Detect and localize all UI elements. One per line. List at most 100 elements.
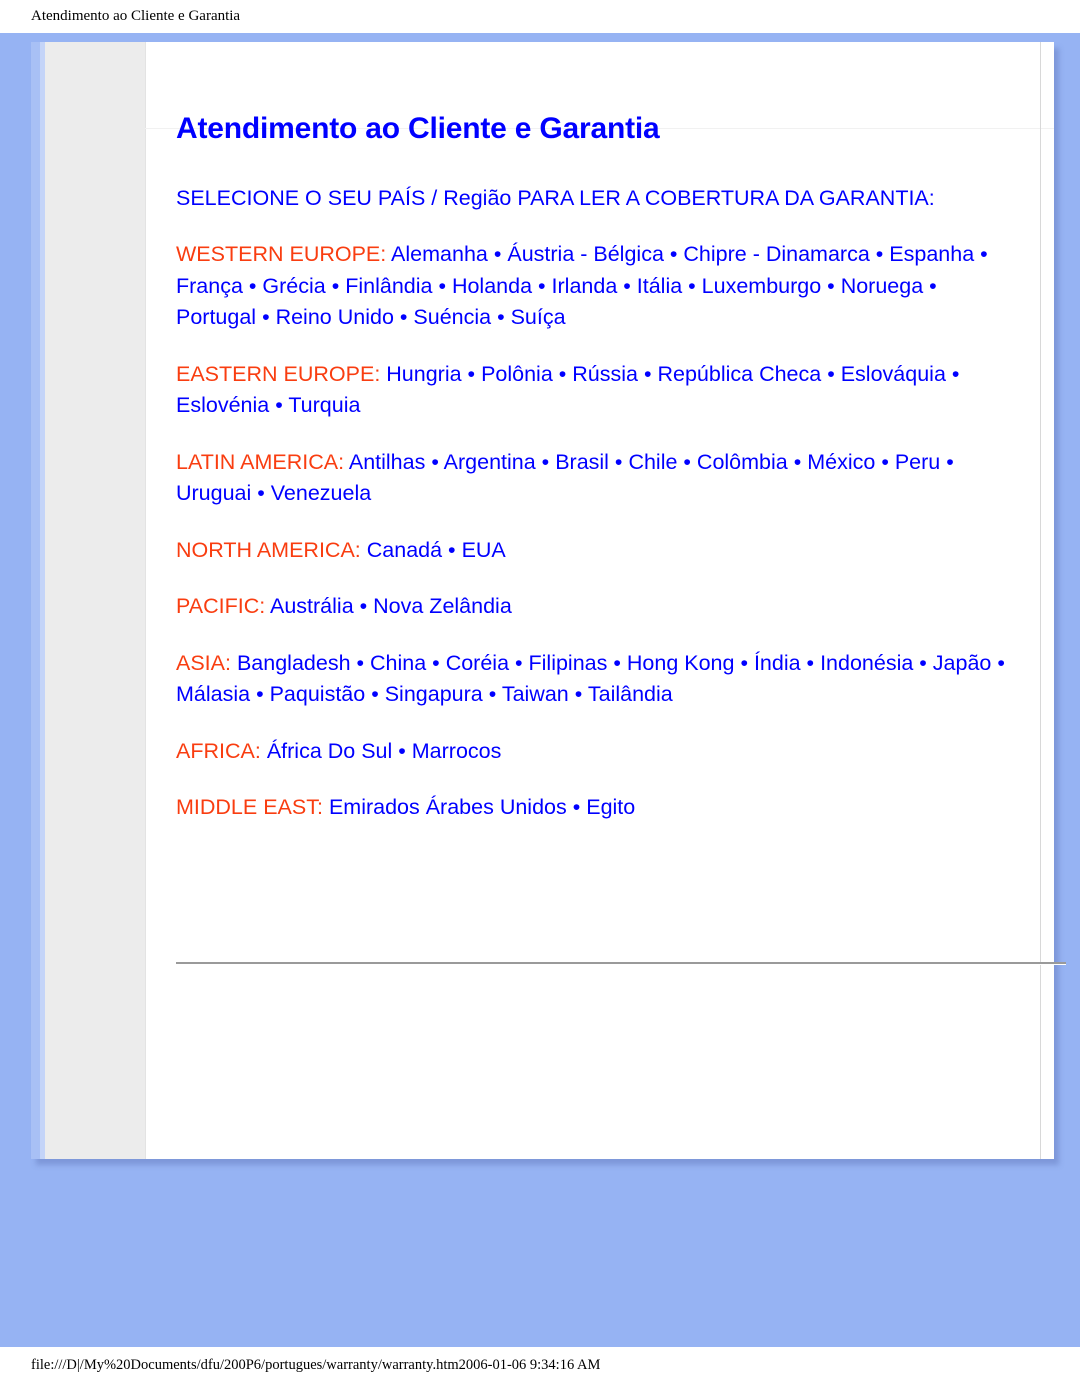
country-link[interactable]: Alemanha [391, 242, 488, 266]
country-separator: • [442, 537, 462, 562]
region-label: MIDDLE EAST: [176, 795, 323, 819]
country-separator: • [350, 650, 371, 675]
region-label: EASTERN EUROPE: [176, 361, 381, 386]
country-separator: • [251, 481, 271, 505]
country-link[interactable]: Portugal [176, 305, 256, 329]
country-separator: • [552, 361, 573, 386]
country-separator: • [535, 449, 556, 474]
country-link[interactable]: Venezuela [271, 481, 371, 505]
country-separator: • [821, 361, 841, 386]
region-label: ASIA: [176, 650, 231, 675]
instruction-text: SELECIONE O SEU PAÍS / Região PARA LER A… [176, 185, 935, 210]
region-paragraph: PACIFIC: Austrália • Nova Zelândia [176, 591, 1021, 623]
country-link[interactable]: China [370, 651, 426, 675]
country-separator: • [426, 650, 446, 675]
country-link[interactable]: Tailândia [588, 682, 673, 706]
country-link[interactable]: Finlândia [345, 274, 432, 298]
country-link[interactable]: Brasil [555, 450, 609, 474]
print-footer: file:///D|/My%20Documents/dfu/200P6/port… [0, 1357, 1080, 1397]
country-separator: • [923, 273, 937, 298]
country-separator: • [663, 242, 684, 266]
country-separator: • [617, 273, 637, 298]
country-link[interactable]: Colômbia [697, 450, 788, 474]
country-link[interactable]: República Checa [657, 362, 821, 386]
country-link[interactable]: Argentina [444, 450, 536, 474]
country-separator: • [940, 449, 954, 474]
country-link[interactable]: Indonésia [820, 651, 913, 675]
country-link[interactable]: México [807, 450, 875, 474]
country-link[interactable]: Chipre - Dinamarca [683, 242, 869, 266]
country-link[interactable]: Suíça [511, 305, 566, 329]
print-header: Atendimento ao Cliente e Garantia [0, 0, 1080, 33]
country-link[interactable]: Coréia [446, 651, 509, 675]
country-link[interactable]: Reino Unido [276, 305, 394, 329]
country-link[interactable]: Rússia [572, 362, 638, 386]
country-separator: • [913, 650, 933, 675]
country-separator: • [608, 449, 629, 474]
country-separator: • [365, 682, 385, 706]
country-link[interactable]: Hungria [386, 362, 461, 386]
country-link[interactable]: Paquistão [270, 682, 366, 706]
country-link[interactable]: Irlanda [552, 274, 618, 298]
country-link[interactable]: Noruega [841, 274, 923, 298]
country-link[interactable]: Itália [637, 274, 682, 298]
country-separator: • [991, 650, 1005, 675]
region-paragraph: AFRICA: África Do Sul • Marrocos [176, 736, 1021, 768]
region-paragraph: ASIA: Bangladesh • China • Coréia • Fili… [176, 648, 1021, 711]
country-separator: • [250, 682, 270, 706]
print-header-title: Atendimento ao Cliente e Garantia [31, 8, 241, 24]
country-link[interactable]: Filipinas [529, 651, 608, 675]
country-link[interactable]: Bangladesh [237, 651, 351, 675]
page-title: Atendimento ao Cliente e Garantia [176, 112, 660, 145]
print-footer-path: file:///D|/My%20Documents/dfu/200P6/port… [31, 1357, 601, 1373]
country-link[interactable]: Luxemburgo [702, 274, 822, 298]
country-link[interactable]: Taiwan [502, 682, 569, 706]
country-link[interactable]: África Do Sul [267, 739, 392, 763]
country-link[interactable]: Suéncia [413, 305, 491, 329]
country-link[interactable]: Holanda [452, 274, 532, 298]
country-separator: • [568, 682, 588, 706]
region-label: LATIN AMERICA: [176, 449, 345, 474]
panel-left-gutter-inner [40, 42, 45, 1159]
country-link[interactable]: Uruguai [176, 481, 251, 505]
document-panel: Atendimento ao Cliente e Garantia SELECI… [31, 42, 1066, 1159]
country-link[interactable]: Canadá [367, 538, 442, 562]
country-link[interactable]: Turquia [288, 393, 360, 417]
country-link[interactable]: Austrália [270, 594, 354, 618]
country-link[interactable]: EUA [462, 538, 506, 562]
country-link[interactable]: Hong Kong [627, 651, 735, 675]
country-link[interactable]: Eslovénia [176, 393, 269, 417]
region-label: PACIFIC: [176, 594, 266, 618]
country-link[interactable]: Málasia [176, 682, 250, 706]
country-link[interactable]: França [176, 274, 243, 298]
country-link[interactable]: Antilhas [349, 450, 426, 474]
country-separator: • [256, 305, 276, 329]
country-link[interactable]: Áustria - Bélgica [507, 242, 664, 266]
country-separator: • [425, 449, 444, 474]
country-separator: • [787, 449, 808, 474]
country-link[interactable]: Polônia [481, 362, 553, 386]
country-separator: • [432, 273, 452, 298]
region-label: AFRICA: [176, 738, 261, 763]
country-link[interactable]: Egito [586, 795, 635, 819]
country-link[interactable]: Japão [933, 651, 992, 675]
country-separator: • [242, 273, 263, 298]
country-link[interactable]: Eslováquia [841, 362, 946, 386]
country-link[interactable]: Espanha [889, 242, 974, 266]
sheet-right-divider [1040, 42, 1041, 1159]
region-paragraph: WESTERN EUROPE: Alemanha • Áustria - Bél… [176, 239, 1021, 334]
country-link[interactable]: Nova Zelândia [373, 594, 512, 618]
country-link[interactable]: Chile [628, 450, 677, 474]
country-link[interactable]: Índia [754, 651, 801, 675]
country-link[interactable]: Singapura [385, 682, 483, 706]
region-label: WESTERN EUROPE: [176, 242, 387, 266]
country-link[interactable]: Marrocos [412, 739, 502, 763]
country-separator: • [393, 305, 414, 329]
region-paragraph: LATIN AMERICA: Antilhas • Argentina • Br… [176, 447, 1021, 510]
country-separator: • [974, 242, 988, 266]
country-link[interactable]: Emirados Árabes Unidos [329, 795, 567, 819]
country-link[interactable]: Grécia [262, 274, 325, 298]
country-separator: • [607, 650, 627, 675]
region-label: NORTH AMERICA: [176, 537, 361, 562]
country-link[interactable]: Peru [895, 450, 940, 474]
